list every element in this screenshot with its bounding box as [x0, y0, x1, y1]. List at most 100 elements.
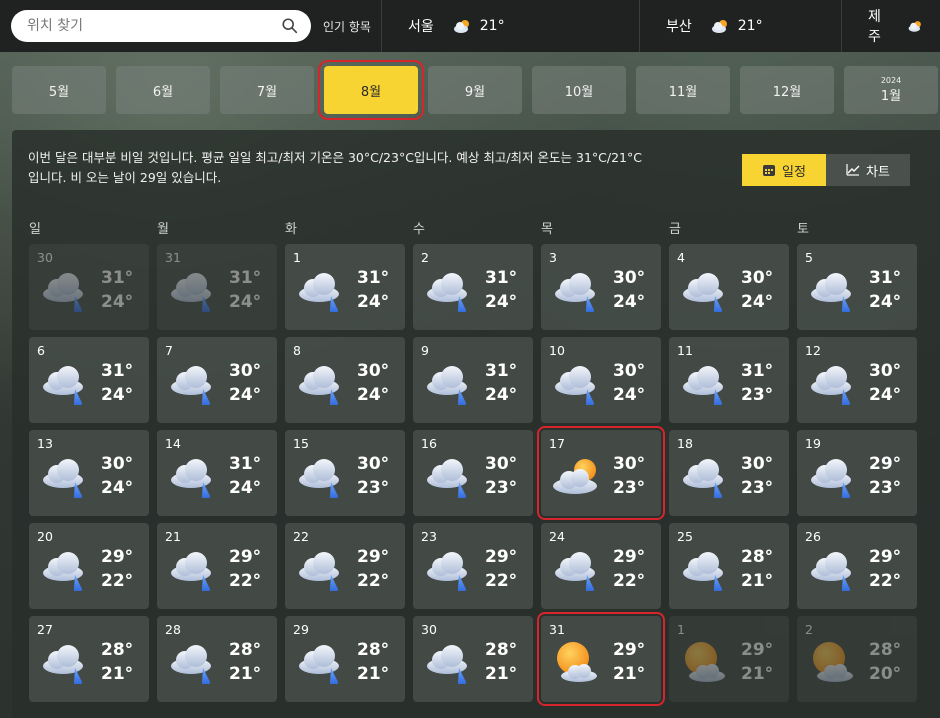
day-cell[interactable]: 19 29° 23° — [797, 430, 917, 516]
day-cell[interactable]: 23 29° 22° — [413, 523, 533, 609]
day-cell[interactable]: 31 31° 24° — [157, 244, 277, 330]
weekday-label: 금 — [669, 222, 681, 237]
month-tab[interactable]: 5월 — [12, 66, 106, 114]
low-temp: 21° — [229, 664, 262, 684]
low-temp: 21° — [741, 664, 774, 684]
low-temp: 22° — [613, 571, 646, 591]
high-temp: 28° — [101, 640, 134, 660]
city-seoul[interactable]: 서울 21° — [381, 0, 639, 52]
day-cell[interactable]: 17 30° 23° — [537, 426, 665, 520]
month-tab[interactable]: 7월 — [220, 66, 314, 114]
high-temp: 29° — [869, 547, 902, 567]
month-tab[interactable]: 10월 — [532, 66, 626, 114]
rain-icon — [43, 552, 83, 591]
day-cell[interactable]: 5 31° 24° — [797, 244, 917, 330]
month-label: 1월 — [880, 89, 902, 104]
rain-icon — [683, 552, 723, 591]
high-temp: 29° — [869, 454, 902, 474]
month-tab[interactable]: 2024 1월 — [844, 66, 938, 114]
day-number: 8 — [293, 343, 301, 358]
month-label: 11월 — [668, 84, 698, 100]
day-cell[interactable]: 14 31° 24° — [157, 430, 277, 516]
rain-icon — [427, 552, 467, 591]
day-number: 20 — [37, 529, 53, 544]
day-number: 2 — [421, 250, 429, 265]
day-cell[interactable]: 1 31° 24° — [285, 244, 405, 330]
day-cell[interactable]: 8 30° 24° — [285, 337, 405, 423]
low-temp: 24° — [229, 292, 262, 312]
day-number: 30 — [421, 622, 437, 637]
day-cell[interactable]: 30 28° 21° — [413, 616, 533, 702]
low-temp: 24° — [357, 385, 390, 405]
day-cell[interactable]: 22 29° 22° — [285, 523, 405, 609]
low-temp: 24° — [101, 478, 134, 498]
day-cell[interactable]: 10 30° 24° — [541, 337, 661, 423]
city-busan[interactable]: 부산 21° — [639, 0, 841, 52]
month-tab[interactable]: 12월 — [740, 66, 834, 114]
day-number: 28 — [165, 622, 181, 637]
top-bar: 인기 항목 서울 21° 부산 21° 제주 — [0, 0, 940, 52]
day-cell[interactable]: 28 28° 21° — [157, 616, 277, 702]
month-tab[interactable]: 8월 — [318, 60, 424, 120]
day-cell[interactable]: 11 31° 23° — [669, 337, 789, 423]
rain-icon — [43, 366, 83, 405]
city-jeju[interactable]: 제주 — [841, 0, 939, 52]
high-temp: 31° — [229, 454, 262, 474]
high-temp: 30° — [869, 361, 902, 381]
calendar-icon — [763, 165, 776, 176]
high-temp: 30° — [485, 454, 518, 474]
day-cell[interactable]: 12 30° 24° — [797, 337, 917, 423]
day-number: 5 — [805, 250, 813, 265]
low-temp: 24° — [741, 292, 774, 312]
day-cell[interactable]: 21 29° 22° — [157, 523, 277, 609]
day-cell[interactable]: 16 30° 23° — [413, 430, 533, 516]
high-temp: 28° — [869, 640, 902, 660]
day-number: 25 — [677, 529, 693, 544]
month-label: 12월 — [772, 84, 802, 100]
popular-label: 인기 항목 — [323, 19, 371, 34]
day-cell[interactable]: 27 28° 21° — [29, 616, 149, 702]
day-cell[interactable]: 15 30° 23° — [285, 430, 405, 516]
day-cell[interactable]: 30 31° 24° — [29, 244, 149, 330]
day-cell[interactable]: 3 30° 24° — [541, 244, 661, 330]
day-number: 21 — [165, 529, 181, 544]
search-input[interactable] — [27, 18, 281, 34]
day-cell[interactable]: 20 29° 22° — [29, 523, 149, 609]
month-tab[interactable]: 11월 — [636, 66, 730, 114]
day-number: 15 — [293, 436, 309, 451]
day-cell[interactable]: 13 30° 24° — [29, 430, 149, 516]
day-cell[interactable]: 6 31° 24° — [29, 337, 149, 423]
search-box[interactable] — [11, 10, 311, 42]
month-label: 6월 — [152, 84, 174, 100]
high-temp: 30° — [229, 361, 262, 381]
high-temp: 30° — [613, 361, 646, 381]
day-cell[interactable]: 25 28° 21° — [669, 523, 789, 609]
day-cell[interactable]: 2 31° 24° — [413, 244, 533, 330]
search-icon[interactable] — [281, 17, 299, 35]
low-temp: 21° — [101, 664, 134, 684]
day-cell[interactable]: 2 28° 20° — [797, 616, 917, 702]
calendar-view-button[interactable]: 일정 — [742, 154, 826, 186]
high-temp: 29° — [485, 547, 518, 567]
day-cell[interactable]: 18 30° 23° — [669, 430, 789, 516]
day-number: 7 — [165, 343, 173, 358]
month-label: 10월 — [564, 84, 594, 100]
chart-view-button[interactable]: 차트 — [826, 154, 910, 186]
low-temp: 21° — [485, 664, 518, 684]
day-cell[interactable]: 29 28° 21° — [285, 616, 405, 702]
day-cell[interactable]: 31 29° 21° — [537, 612, 665, 706]
high-temp: 29° — [357, 547, 390, 567]
sun-cloud-icon — [813, 642, 853, 682]
high-temp: 30° — [741, 268, 774, 288]
day-cell[interactable]: 4 30° 24° — [669, 244, 789, 330]
rain-icon — [299, 273, 339, 312]
day-cell[interactable]: 24 29° 22° — [541, 523, 661, 609]
day-cell[interactable]: 26 29° 22° — [797, 523, 917, 609]
month-tab[interactable]: 6월 — [116, 66, 210, 114]
month-tab[interactable]: 9월 — [428, 66, 522, 114]
day-cell[interactable]: 1 29° 21° — [669, 616, 789, 702]
rain-icon — [171, 366, 211, 405]
day-number: 11 — [677, 343, 693, 358]
day-cell[interactable]: 7 30° 24° — [157, 337, 277, 423]
day-cell[interactable]: 9 31° 24° — [413, 337, 533, 423]
